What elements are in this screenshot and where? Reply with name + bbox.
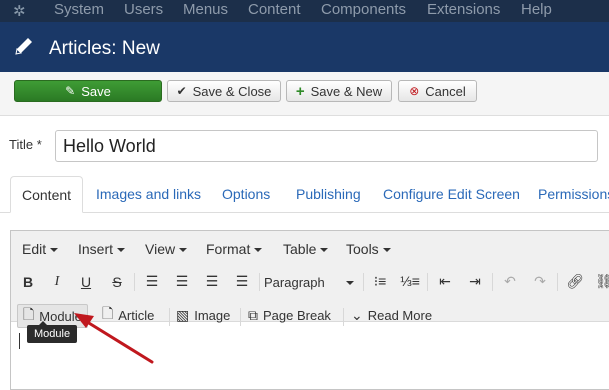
tab-configure-edit-screen[interactable]: Configure Edit Screen — [383, 176, 520, 212]
separator — [169, 308, 170, 326]
page-title: Articles: New — [49, 38, 160, 59]
separator — [240, 308, 241, 326]
chevron-down-icon: ⌄ — [351, 306, 363, 323]
insert-read-more-button[interactable]: ⌄ Read More — [351, 303, 432, 327]
link-icon[interactable]: 🔗︎ — [565, 273, 585, 290]
tab-options[interactable]: Options — [222, 176, 270, 212]
menu-help[interactable]: Help — [521, 1, 552, 18]
save-new-button[interactable]: + Save & New — [286, 80, 392, 102]
editor-menu-view[interactable]: View — [145, 241, 187, 257]
cancel-circle-icon: ⊗ — [409, 84, 420, 98]
save-button[interactable]: ✎ Save — [14, 80, 162, 102]
strikethrough-icon[interactable]: S — [107, 274, 127, 290]
editor-menu-edit[interactable]: Edit — [22, 241, 58, 257]
indent-icon[interactable]: ⇥ — [465, 273, 485, 290]
separator — [492, 273, 493, 291]
tab-permissions[interactable]: Permissions — [538, 176, 609, 212]
separator — [427, 273, 428, 291]
action-toolbar: ✎ Save ✔ Save & Close + Save & New ⊗ Cancel — [0, 72, 609, 116]
tab-content[interactable]: Content — [10, 176, 84, 213]
checkmark-icon: ✔ — [176, 84, 187, 98]
annotation-arrow-icon — [74, 313, 154, 364]
menu-extensions[interactable]: Extensions — [427, 1, 500, 18]
title-label: Title * — [9, 137, 42, 152]
separator — [363, 273, 364, 291]
joomla-logo-icon[interactable]: ✲ — [13, 2, 26, 20]
redo-icon[interactable]: ↷ — [530, 273, 550, 290]
outdent-icon[interactable]: ⇤ — [435, 273, 455, 290]
align-center-icon[interactable]: ☰ — [172, 273, 192, 290]
numbered-list-icon[interactable]: ⅓≡ — [400, 273, 420, 289]
page-header: Articles: New — [0, 22, 609, 72]
save-close-button[interactable]: ✔ Save & Close — [167, 80, 281, 102]
separator — [343, 308, 344, 326]
separator — [134, 273, 135, 291]
paragraph-format-select[interactable]: Paragraph — [264, 273, 354, 293]
unlink-icon[interactable]: ⛓︎ — [594, 273, 609, 290]
pencil-icon — [15, 38, 32, 55]
insert-image-button[interactable]: ▧ Image — [176, 303, 230, 327]
editor-menu-table[interactable]: Table — [283, 241, 328, 257]
title-input[interactable]: Hello World — [55, 130, 598, 162]
tab-publishing[interactable]: Publishing — [296, 176, 361, 212]
underline-icon[interactable]: U — [76, 274, 96, 290]
picture-icon: ▧ — [176, 306, 190, 323]
tab-bar: Content Images and links Options Publish… — [0, 176, 609, 213]
editor-menu-tools[interactable]: Tools — [346, 241, 391, 257]
separator — [557, 273, 558, 291]
chevron-down-icon — [346, 281, 354, 285]
copy-icon: ⧉ — [248, 306, 258, 323]
editor-menu-insert[interactable]: Insert — [78, 241, 125, 257]
undo-icon[interactable]: ↶ — [500, 273, 520, 290]
align-left-icon[interactable]: ☰ — [142, 273, 162, 290]
insert-page-break-button[interactable]: ⧉ Page Break — [248, 303, 331, 327]
menu-system[interactable]: System — [54, 1, 104, 18]
separator — [259, 273, 260, 291]
text-cursor — [19, 333, 20, 349]
editor-menubar: Edit Insert View Format Table Tools — [11, 231, 609, 268]
tab-images-and-links[interactable]: Images and links — [96, 176, 201, 212]
bullet-list-icon[interactable]: ⁝≡ — [370, 273, 390, 290]
plus-icon: + — [295, 82, 305, 100]
admin-menubar: ✲ System Users Menus Content Components … — [0, 0, 609, 22]
cancel-button[interactable]: ⊗ Cancel — [398, 80, 477, 102]
align-right-icon[interactable]: ☰ — [202, 273, 222, 290]
bold-icon[interactable]: B — [18, 274, 38, 290]
editor-menu-format[interactable]: Format — [206, 241, 262, 257]
menu-content[interactable]: Content — [248, 1, 301, 18]
edit-icon: ✎ — [65, 84, 76, 98]
menu-menus[interactable]: Menus — [183, 1, 228, 18]
menu-components[interactable]: Components — [321, 1, 406, 18]
align-justify-icon[interactable]: ☰ — [232, 273, 252, 290]
menu-users[interactable]: Users — [124, 1, 163, 18]
italic-icon[interactable]: I — [47, 274, 67, 290]
